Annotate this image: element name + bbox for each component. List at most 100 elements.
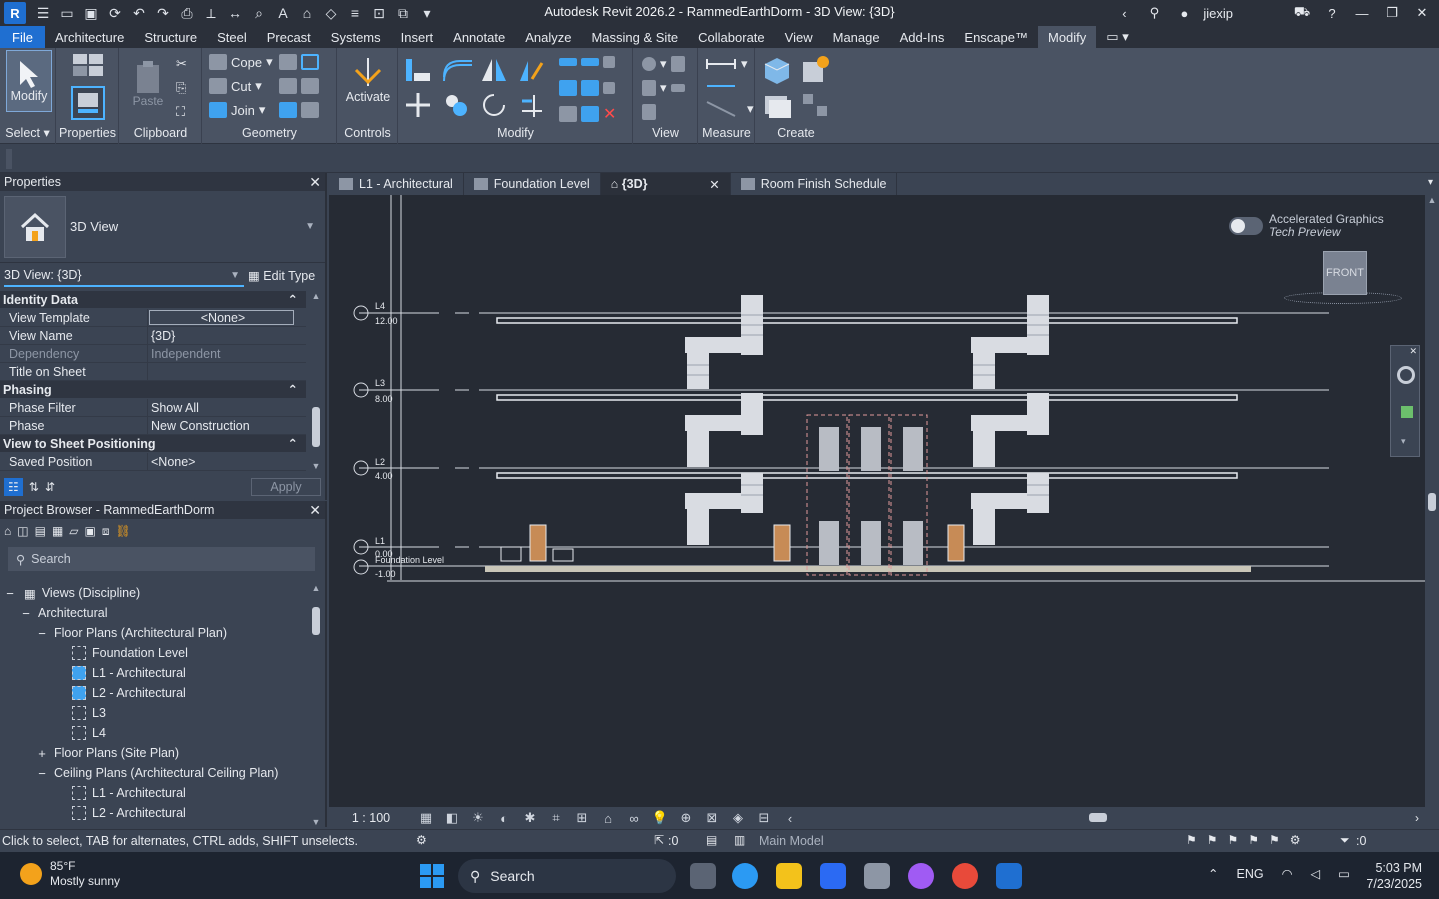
measure-button[interactable]: ▾ [705,56,748,72]
filter-icon[interactable]: ⏷ [1340,833,1350,848]
collapse-arrow-icon[interactable]: ‹ [1113,6,1135,21]
browser-close-icon[interactable]: ✕ [309,502,321,519]
tab-foundation-level[interactable]: Foundation Level [464,173,601,195]
tab-analyze[interactable]: Analyze [515,26,581,48]
scroll-down-icon[interactable]: ▼ [309,461,323,471]
dimension-icon[interactable]: ↔ [224,3,246,23]
properties-palette-icon[interactable] [71,86,105,120]
unpin-icon[interactable] [603,82,615,94]
align-icon[interactable] [403,54,433,84]
sun-path-icon[interactable]: ☀ [465,810,491,826]
user-name[interactable]: jiexip [1203,6,1233,21]
tab-annotate[interactable]: Annotate [443,26,515,48]
highlight-displacement-icon[interactable]: ◈ [725,810,751,826]
scroll-up-icon[interactable]: ▲ [309,583,323,593]
undo-icon[interactable]: ↶ [128,3,150,23]
weather-widget[interactable]: 85°F Mostly sunny [20,859,120,889]
groups-icon[interactable]: ▣ [85,524,96,538]
collapse-group-icon[interactable]: ⌃ [288,292,298,307]
help-icon[interactable]: ? [1321,6,1343,21]
revit-logo-icon[interactable]: R [4,2,26,24]
scroll-down-icon[interactable]: ▼ [309,817,323,827]
tab-massing-site[interactable]: Massing & Site [581,26,688,48]
families-icon[interactable]: ▱ [69,524,78,538]
edge-icon[interactable] [732,863,758,889]
create-assembly-icon[interactable] [760,54,794,84]
create-similar-icon[interactable] [798,90,832,120]
paste-button[interactable]: Paste [130,54,166,114]
tab-systems[interactable]: Systems [321,26,391,48]
scroll-right-icon[interactable]: › [1415,811,1419,825]
tab-l1-architectural[interactable]: L1 - Architectural [329,173,464,195]
binoculars-icon[interactable]: ⚲ [1143,5,1165,21]
scroll-thumb[interactable] [312,407,320,447]
tray-chevron-icon[interactable]: ⌃ [1208,866,1218,881]
phase-field[interactable]: New Construction [148,417,306,434]
tab-room-finish-schedule[interactable]: Room Finish Schedule [731,173,898,195]
type-properties-icon[interactable] [71,52,105,82]
reveal-constraints-icon[interactable]: ⊟ [751,810,777,826]
wifi-icon[interactable]: ◠ [1282,866,1293,881]
user-icon[interactable]: ● [1173,6,1195,21]
text-icon[interactable]: A [272,3,294,23]
sort-ascending-icon[interactable]: ⇅ [29,480,39,494]
properties-scrollbar[interactable]: ▲ ▼ [309,291,323,471]
tab-close-icon[interactable]: ✕ [709,177,719,192]
taskbar-search[interactable]: ⚲ Search [458,859,676,893]
hammer-icon[interactable] [301,102,319,118]
task-view-icon[interactable] [690,863,716,889]
collapse-group-icon[interactable]: ⌃ [288,436,298,451]
tab-3d[interactable]: ⌂ {3D} ✕ [600,173,731,195]
measure-qat-icon[interactable]: ⟂ [200,3,222,23]
navbar-dropdown-icon[interactable]: ▾ [1401,436,1406,447]
trim-single-icon[interactable] [559,106,577,122]
language-indicator[interactable]: ENG [1236,867,1263,881]
browser-search-input[interactable]: ⚲ Search [8,547,315,571]
view-template-button[interactable]: <None> [149,310,294,325]
tree-item-l1-architectural[interactable]: L1 - Architectural [0,663,306,683]
tab-insert[interactable]: Insert [391,26,444,48]
match-type-icon[interactable]: ⛶ [176,104,185,120]
3d-views-icon[interactable]: ◫ [17,524,28,538]
tab-modify[interactable]: Modify [1038,26,1097,48]
hide-view-button[interactable]: ▾ [642,56,685,72]
tree-item-l3[interactable]: L3 [0,703,306,723]
selection-filters-icons[interactable]: ⚑⚑⚑⚑⚑⚙ [1186,833,1311,847]
unlocked-3d-icon[interactable]: ⌂ [595,811,621,826]
scale-icon[interactable] [581,80,599,96]
mirror-draw-axis-icon[interactable] [515,54,545,84]
demolish-icon[interactable] [301,78,319,94]
revit-taskbar-icon[interactable] [996,863,1022,889]
modify-button[interactable]: Modify [6,50,52,112]
group-identity-data[interactable]: Identity Data ⌃ [0,291,306,309]
temp-hide-icon[interactable]: ∞ [621,811,647,826]
render-icon[interactable]: ✱ [517,810,543,826]
tree-item-foundation-level[interactable]: Foundation Level [0,643,306,663]
wall-joins-icon[interactable] [279,54,297,70]
analytical-model-icon[interactable]: ⊠ [699,810,725,826]
tree-node-ceiling-plans[interactable]: − Ceiling Plans (Architectural Ceiling Pl… [0,763,306,783]
tab-enscape[interactable]: Enscape™ [954,26,1038,48]
copilot-icon[interactable] [908,863,934,889]
create-parts-icon[interactable] [798,54,832,84]
minimize-icon[interactable]: — [1351,6,1373,21]
visual-style-icon[interactable]: ◧ [439,810,465,826]
paint-icon[interactable] [279,78,297,94]
main-model-icon[interactable]: ▥ [734,833,745,847]
chrome-icon[interactable] [952,863,978,889]
reveal-hidden-icon[interactable]: 💡 [647,810,673,826]
copy-clipboard-icon[interactable]: ⎘ [176,80,186,96]
saved-position-field[interactable]: <None> [148,453,306,470]
select-dropdown[interactable]: Select ▾ [0,125,55,140]
tree-node-site-plan[interactable]: + Floor Plans (Site Plan) [0,743,306,763]
accelerated-graphics-toggle[interactable] [1229,217,1263,235]
instance-filter-dropdown[interactable]: 3D View: {3D} ▼ [4,265,244,287]
design-options-icon[interactable]: ▤ [706,833,717,847]
activate-icon[interactable] [348,54,388,90]
rotate-icon[interactable] [479,90,509,120]
tab-collaborate[interactable]: Collaborate [688,26,775,48]
worksets-icon[interactable]: ⚙ [416,833,427,847]
restore-icon[interactable]: ❐ [1381,5,1403,21]
canvas-vertical-scrollbar[interactable]: ▲ [1425,195,1439,807]
split-face-icon[interactable] [301,54,319,70]
